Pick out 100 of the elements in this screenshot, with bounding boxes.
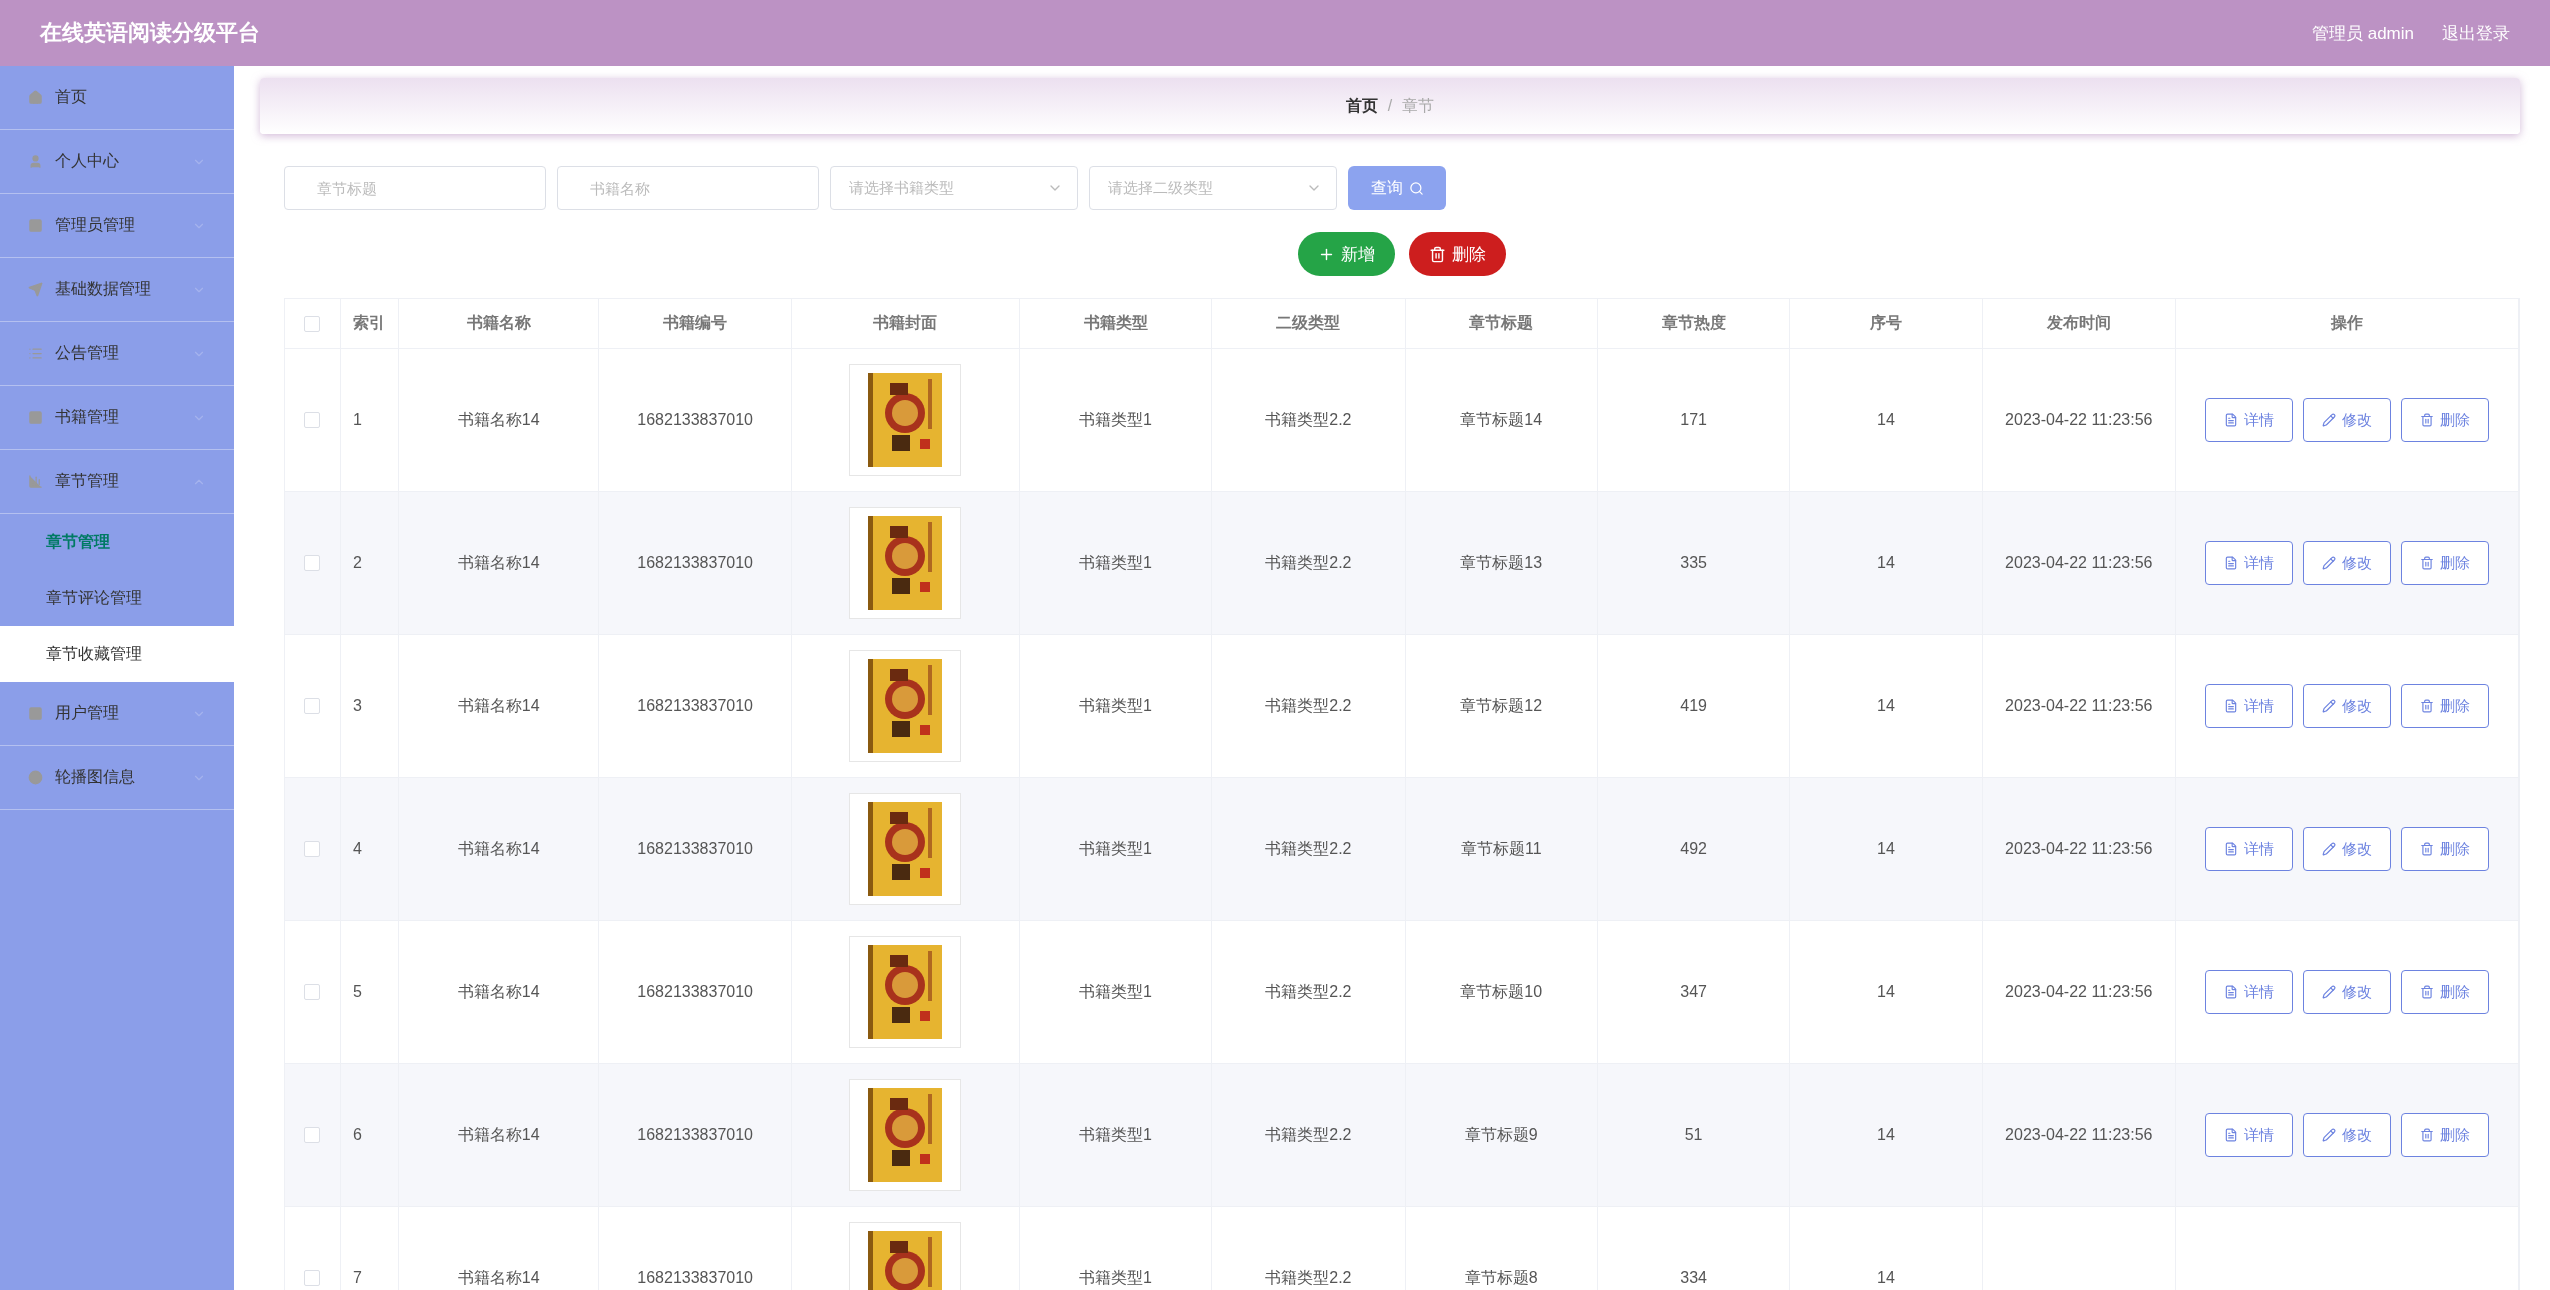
table-cell-text: 书籍名称14 xyxy=(457,1267,540,1288)
edit-button[interactable]: 修改 xyxy=(2303,684,2391,728)
delete-button[interactable]: 删除 xyxy=(2401,1113,2489,1157)
document-icon xyxy=(2224,1128,2238,1142)
detail-button[interactable]: 详情 xyxy=(2205,1113,2293,1157)
table-cell: 2023-04-22 11:23:56 xyxy=(2005,554,2153,572)
table-cell-text: 书籍类型2.2 xyxy=(1265,552,1352,573)
table-cell-text: 书籍类型2.2 xyxy=(1265,1267,1352,1288)
table-cell: 4 xyxy=(352,840,362,858)
sidebar-item[interactable]: 基础数据管理 xyxy=(0,258,234,322)
submenu-item[interactable]: 章节管理 xyxy=(0,514,234,570)
sidebar-item[interactable]: 章节管理 xyxy=(0,450,234,514)
delete-button[interactable]: 删除 xyxy=(1409,232,1506,276)
column-header: 操作 xyxy=(2331,313,2363,333)
table-cell: 2023-04-22 11:23:56 xyxy=(2005,840,2153,858)
edit-button[interactable]: 修改 xyxy=(2303,827,2391,871)
detail-button[interactable]: 详情 xyxy=(2205,398,2293,442)
table-cell-text: 书籍类型1 xyxy=(1079,1267,1152,1288)
detail-button[interactable]: 详情 xyxy=(2205,970,2293,1014)
detail-button[interactable]: 详情 xyxy=(2205,541,2293,585)
detail-button[interactable]: 详情 xyxy=(2205,684,2293,728)
delete-button[interactable]: 删除 xyxy=(2401,684,2489,728)
table-cell: 171 xyxy=(1680,411,1707,429)
delete-button[interactable]: 删除 xyxy=(2401,541,2489,585)
table-cell: 1 xyxy=(352,411,362,429)
delete-button[interactable]: 删除 xyxy=(2401,970,2489,1014)
table-cell-text: 书籍类型1 xyxy=(1079,695,1152,716)
table-cell: 1682133837010 xyxy=(637,697,753,715)
edit-button[interactable]: 修改 xyxy=(2303,1113,2391,1157)
checkbox[interactable] xyxy=(304,1270,321,1286)
checkbox[interactable] xyxy=(304,412,321,428)
table-cell: 2023-04-22 11:23:56 xyxy=(2005,697,2153,715)
delete-button[interactable]: 删除 xyxy=(2401,827,2489,871)
table-cell-text: 书籍类型1 xyxy=(1079,1124,1152,1145)
search-icon xyxy=(1408,180,1424,196)
column-header: 书籍编号 xyxy=(663,313,728,333)
column-header: 索引 xyxy=(352,313,385,333)
sidebar-item[interactable]: 用户管理 xyxy=(0,682,234,746)
document-icon xyxy=(2224,699,2238,713)
trash-icon xyxy=(2420,699,2434,713)
detail-button[interactable]: 详情 xyxy=(2205,827,2293,871)
pencil-icon xyxy=(2322,985,2336,999)
edit-button[interactable]: 修改 xyxy=(2303,398,2391,442)
pencil-icon xyxy=(2322,842,2336,856)
table-cell: 2023-04-22 11:23:56 xyxy=(2005,983,2153,1001)
table-cell: 1682133837010 xyxy=(637,983,753,1001)
checkbox[interactable] xyxy=(304,698,321,714)
app-title: 在线英语阅读分级平台 xyxy=(40,19,261,47)
table-cell: 14 xyxy=(1877,411,1895,429)
column-header: 章节热度 xyxy=(1661,313,1726,333)
trash-icon xyxy=(2420,1128,2434,1142)
breadcrumb-item[interactable]: 首页 xyxy=(1345,95,1378,117)
sidebar-item[interactable]: 轮播图信息 xyxy=(0,746,234,810)
select-field[interactable]: 请选择二级类型 xyxy=(1089,166,1337,210)
sidebar-item[interactable]: 公告管理 xyxy=(0,322,234,386)
checkbox[interactable] xyxy=(304,315,321,332)
table-cell-text: 书籍类型2.2 xyxy=(1265,981,1352,1002)
logout-link[interactable]: 退出登录 xyxy=(2442,21,2510,45)
sidebar-item[interactable]: 管理员管理 xyxy=(0,194,234,258)
table-cell: 335 xyxy=(1680,554,1707,572)
table-cell: 14 xyxy=(1877,983,1895,1001)
search-button[interactable]: 查询 xyxy=(1348,166,1446,210)
table-cell: 1682133837010 xyxy=(637,1269,753,1287)
input-field[interactable]: 书籍名称 xyxy=(557,166,819,210)
edit-button[interactable]: 修改 xyxy=(2303,541,2391,585)
column-header: 序号 xyxy=(1869,313,1902,333)
sidebar-item[interactable]: 书籍管理 xyxy=(0,386,234,450)
checkbox[interactable] xyxy=(304,555,321,571)
document-icon xyxy=(2224,556,2238,570)
select-field[interactable]: 请选择书籍类型 xyxy=(830,166,1078,210)
column-header: 书籍类型 xyxy=(1083,313,1148,333)
table-cell-text: 书籍类型1 xyxy=(1079,981,1152,1002)
column-header: 发布时间 xyxy=(2046,313,2111,333)
table-cell: 14 xyxy=(1877,1269,1895,1287)
breadcrumb-item: 章节 xyxy=(1402,95,1435,116)
input-field[interactable]: 章节标题 xyxy=(284,166,546,210)
pencil-icon xyxy=(2322,413,2336,427)
checkbox[interactable] xyxy=(304,984,321,1000)
document-icon xyxy=(2224,842,2238,856)
add-button[interactable]: 新增 xyxy=(1298,232,1395,276)
column-header: 二级类型 xyxy=(1276,313,1341,333)
table-cell: 14 xyxy=(1877,697,1895,715)
pencil-icon xyxy=(2322,556,2336,570)
table-cell-text: 书籍类型2.2 xyxy=(1265,838,1352,859)
delete-button[interactable]: 删除 xyxy=(2401,398,2489,442)
table-cell: 2023-04-22 11:23:56 xyxy=(2005,1126,2153,1144)
table-cell-text: 章节标题11 xyxy=(1460,838,1542,859)
edit-button[interactable]: 修改 xyxy=(2303,970,2391,1014)
column-header: 书籍名称 xyxy=(466,313,531,333)
sidebar-item[interactable]: 个人中心 xyxy=(0,130,234,194)
checkbox[interactable] xyxy=(304,1127,321,1143)
table-cell: 2023-04-22 11:23:56 xyxy=(2005,411,2153,429)
submenu-item[interactable]: 章节评论管理 xyxy=(0,570,234,626)
checkbox[interactable] xyxy=(304,841,321,857)
sidebar-item[interactable]: 首页 xyxy=(0,66,234,130)
submenu-item[interactable]: 章节收藏管理 xyxy=(0,626,234,682)
table-cell-text: 章节标题8 xyxy=(1464,1267,1538,1288)
table-cell-text: 书籍名称14 xyxy=(457,695,540,716)
table-cell-text: 书籍名称14 xyxy=(457,552,540,573)
table-cell: 14 xyxy=(1877,1126,1895,1144)
